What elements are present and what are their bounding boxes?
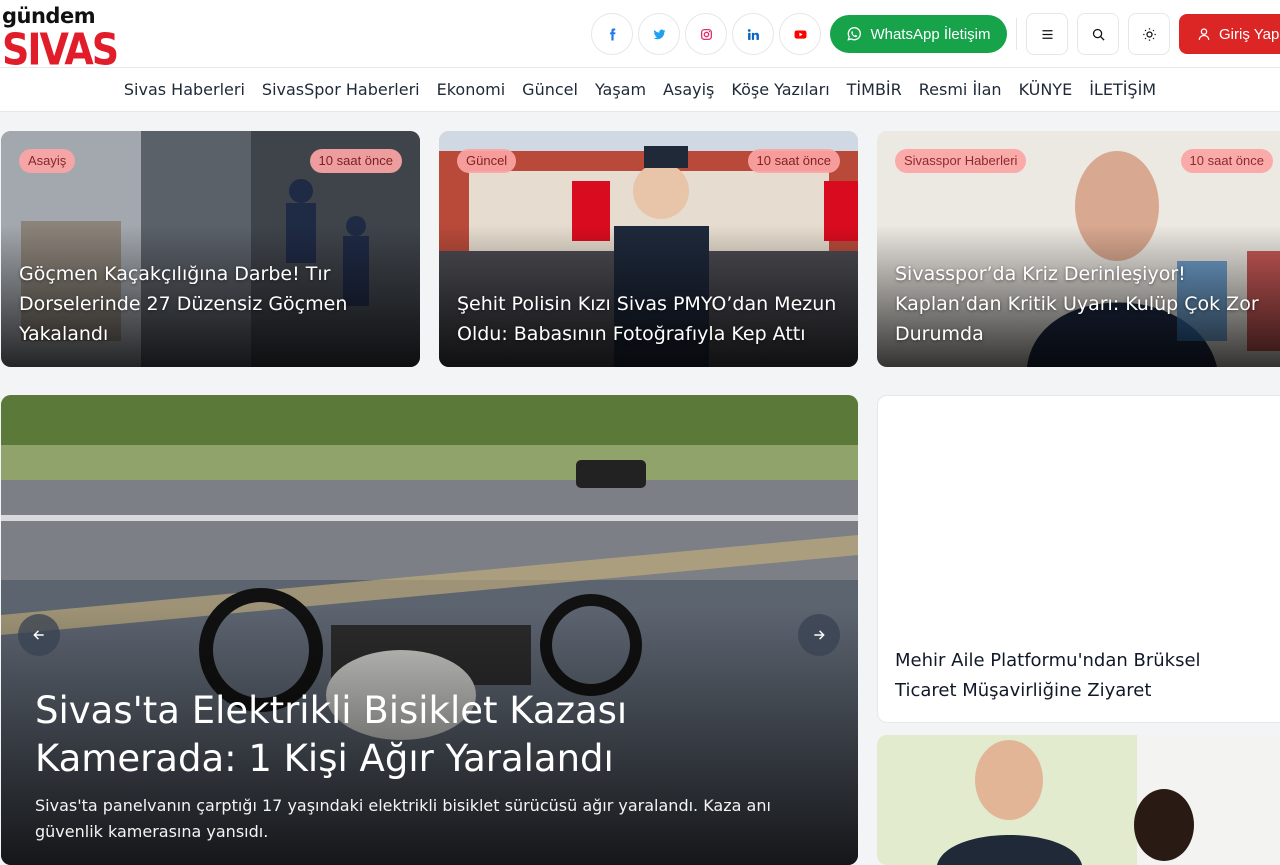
hamburger-menu-icon	[1040, 27, 1055, 42]
hero-slider[interactable]: Sivas'ta Elektrikli Bisiklet Kazası Kame…	[1, 395, 858, 865]
slider-next-button[interactable]	[798, 614, 840, 656]
theme-toggle-button[interactable]	[1128, 13, 1170, 55]
site-logo[interactable]: gündem SIVAS	[2, 4, 162, 66]
news-photo	[877, 735, 1280, 865]
user-icon	[1197, 27, 1211, 41]
facebook-button[interactable]	[591, 13, 633, 55]
login-button[interactable]: Giriş Yap	[1179, 14, 1280, 54]
menu-button[interactable]	[1026, 13, 1068, 55]
sun-icon	[1142, 27, 1157, 42]
instagram-icon	[700, 28, 713, 41]
nav-item-kose-yazilari[interactable]: Köşe Yazıları	[731, 80, 829, 99]
logo-bottom-text: SIVAS	[2, 24, 117, 75]
linkedin-button[interactable]	[732, 13, 774, 55]
time-badge: 10 saat önce	[310, 149, 402, 173]
nav-item-iletisim[interactable]: İLETİŞİM	[1089, 80, 1156, 99]
side-card-title[interactable]: Mehir Aile Platformu'ndan Brüksel Ticare…	[895, 646, 1255, 706]
nav-item-timbir[interactable]: TİMBİR	[847, 80, 902, 99]
category-badge[interactable]: Sivasspor Haberleri	[895, 149, 1026, 173]
twitter-button[interactable]	[638, 13, 680, 55]
nav-item-yasam[interactable]: Yaşam	[595, 80, 646, 99]
youtube-icon	[794, 28, 807, 41]
login-label: Giriş Yap	[1219, 26, 1279, 43]
whatsapp-icon	[846, 26, 862, 42]
side-news-card[interactable]: Mehir Aile Platformu'ndan Brüksel Ticare…	[877, 395, 1280, 723]
search-button[interactable]	[1077, 13, 1119, 55]
main-navigation: Sivas Haberleri SivasSpor Haberleri Ekon…	[0, 68, 1280, 112]
hero-title[interactable]: Sivas'ta Elektrikli Bisiklet Kazası Kame…	[35, 687, 795, 783]
news-card[interactable]: Asayiş 10 saat önce Göçmen Kaçakçılığına…	[1, 131, 420, 367]
slider-prev-button[interactable]	[18, 614, 60, 656]
card-title[interactable]: Sivasspor’da Kriz Derinleşiyor! Kaplan’d…	[895, 259, 1279, 349]
nav-item-sivas-haberleri[interactable]: Sivas Haberleri	[124, 80, 245, 99]
search-icon	[1091, 27, 1106, 42]
nav-item-resmi-ilan[interactable]: Resmi İlan	[919, 80, 1002, 99]
site-header: gündem SIVAS WhatsApp İletişim Giriş Yap	[0, 0, 1280, 68]
hero-summary: Sivas'ta panelvanın çarptığı 17 yaşındak…	[35, 793, 775, 845]
category-badge[interactable]: Güncel	[457, 149, 516, 173]
whatsapp-contact-button[interactable]: WhatsApp İletişim	[830, 15, 1007, 53]
news-card[interactable]: Güncel 10 saat önce Şehit Polisin Kızı S…	[439, 131, 858, 367]
nav-item-asayis[interactable]: Asayiş	[663, 80, 714, 99]
nav-item-kunye[interactable]: KÜNYE	[1019, 80, 1073, 99]
arrow-left-icon	[32, 628, 46, 642]
arrow-right-icon	[812, 628, 826, 642]
time-badge: 10 saat önce	[748, 149, 840, 173]
nav-item-sivasspor-haberleri[interactable]: SivasSpor Haberleri	[262, 80, 420, 99]
nav-item-guncel[interactable]: Güncel	[522, 80, 578, 99]
linkedin-icon	[747, 28, 760, 41]
news-card[interactable]	[877, 735, 1280, 865]
nav-item-ekonomi[interactable]: Ekonomi	[437, 80, 506, 99]
facebook-icon	[606, 28, 619, 41]
category-badge[interactable]: Asayiş	[19, 149, 75, 173]
time-badge: 10 saat önce	[1181, 149, 1273, 173]
youtube-button[interactable]	[779, 13, 821, 55]
header-divider	[1016, 18, 1017, 50]
news-card[interactable]: Sivasspor Haberleri 10 saat önce Sivassp…	[877, 131, 1280, 367]
whatsapp-label: WhatsApp İletişim	[870, 26, 990, 43]
card-title[interactable]: Şehit Polisin Kızı Sivas PMYO’dan Mezun …	[457, 289, 840, 349]
twitter-icon	[653, 28, 666, 41]
card-title[interactable]: Göçmen Kaçakçılığına Darbe! Tır Dorseler…	[19, 259, 402, 349]
instagram-button[interactable]	[685, 13, 727, 55]
